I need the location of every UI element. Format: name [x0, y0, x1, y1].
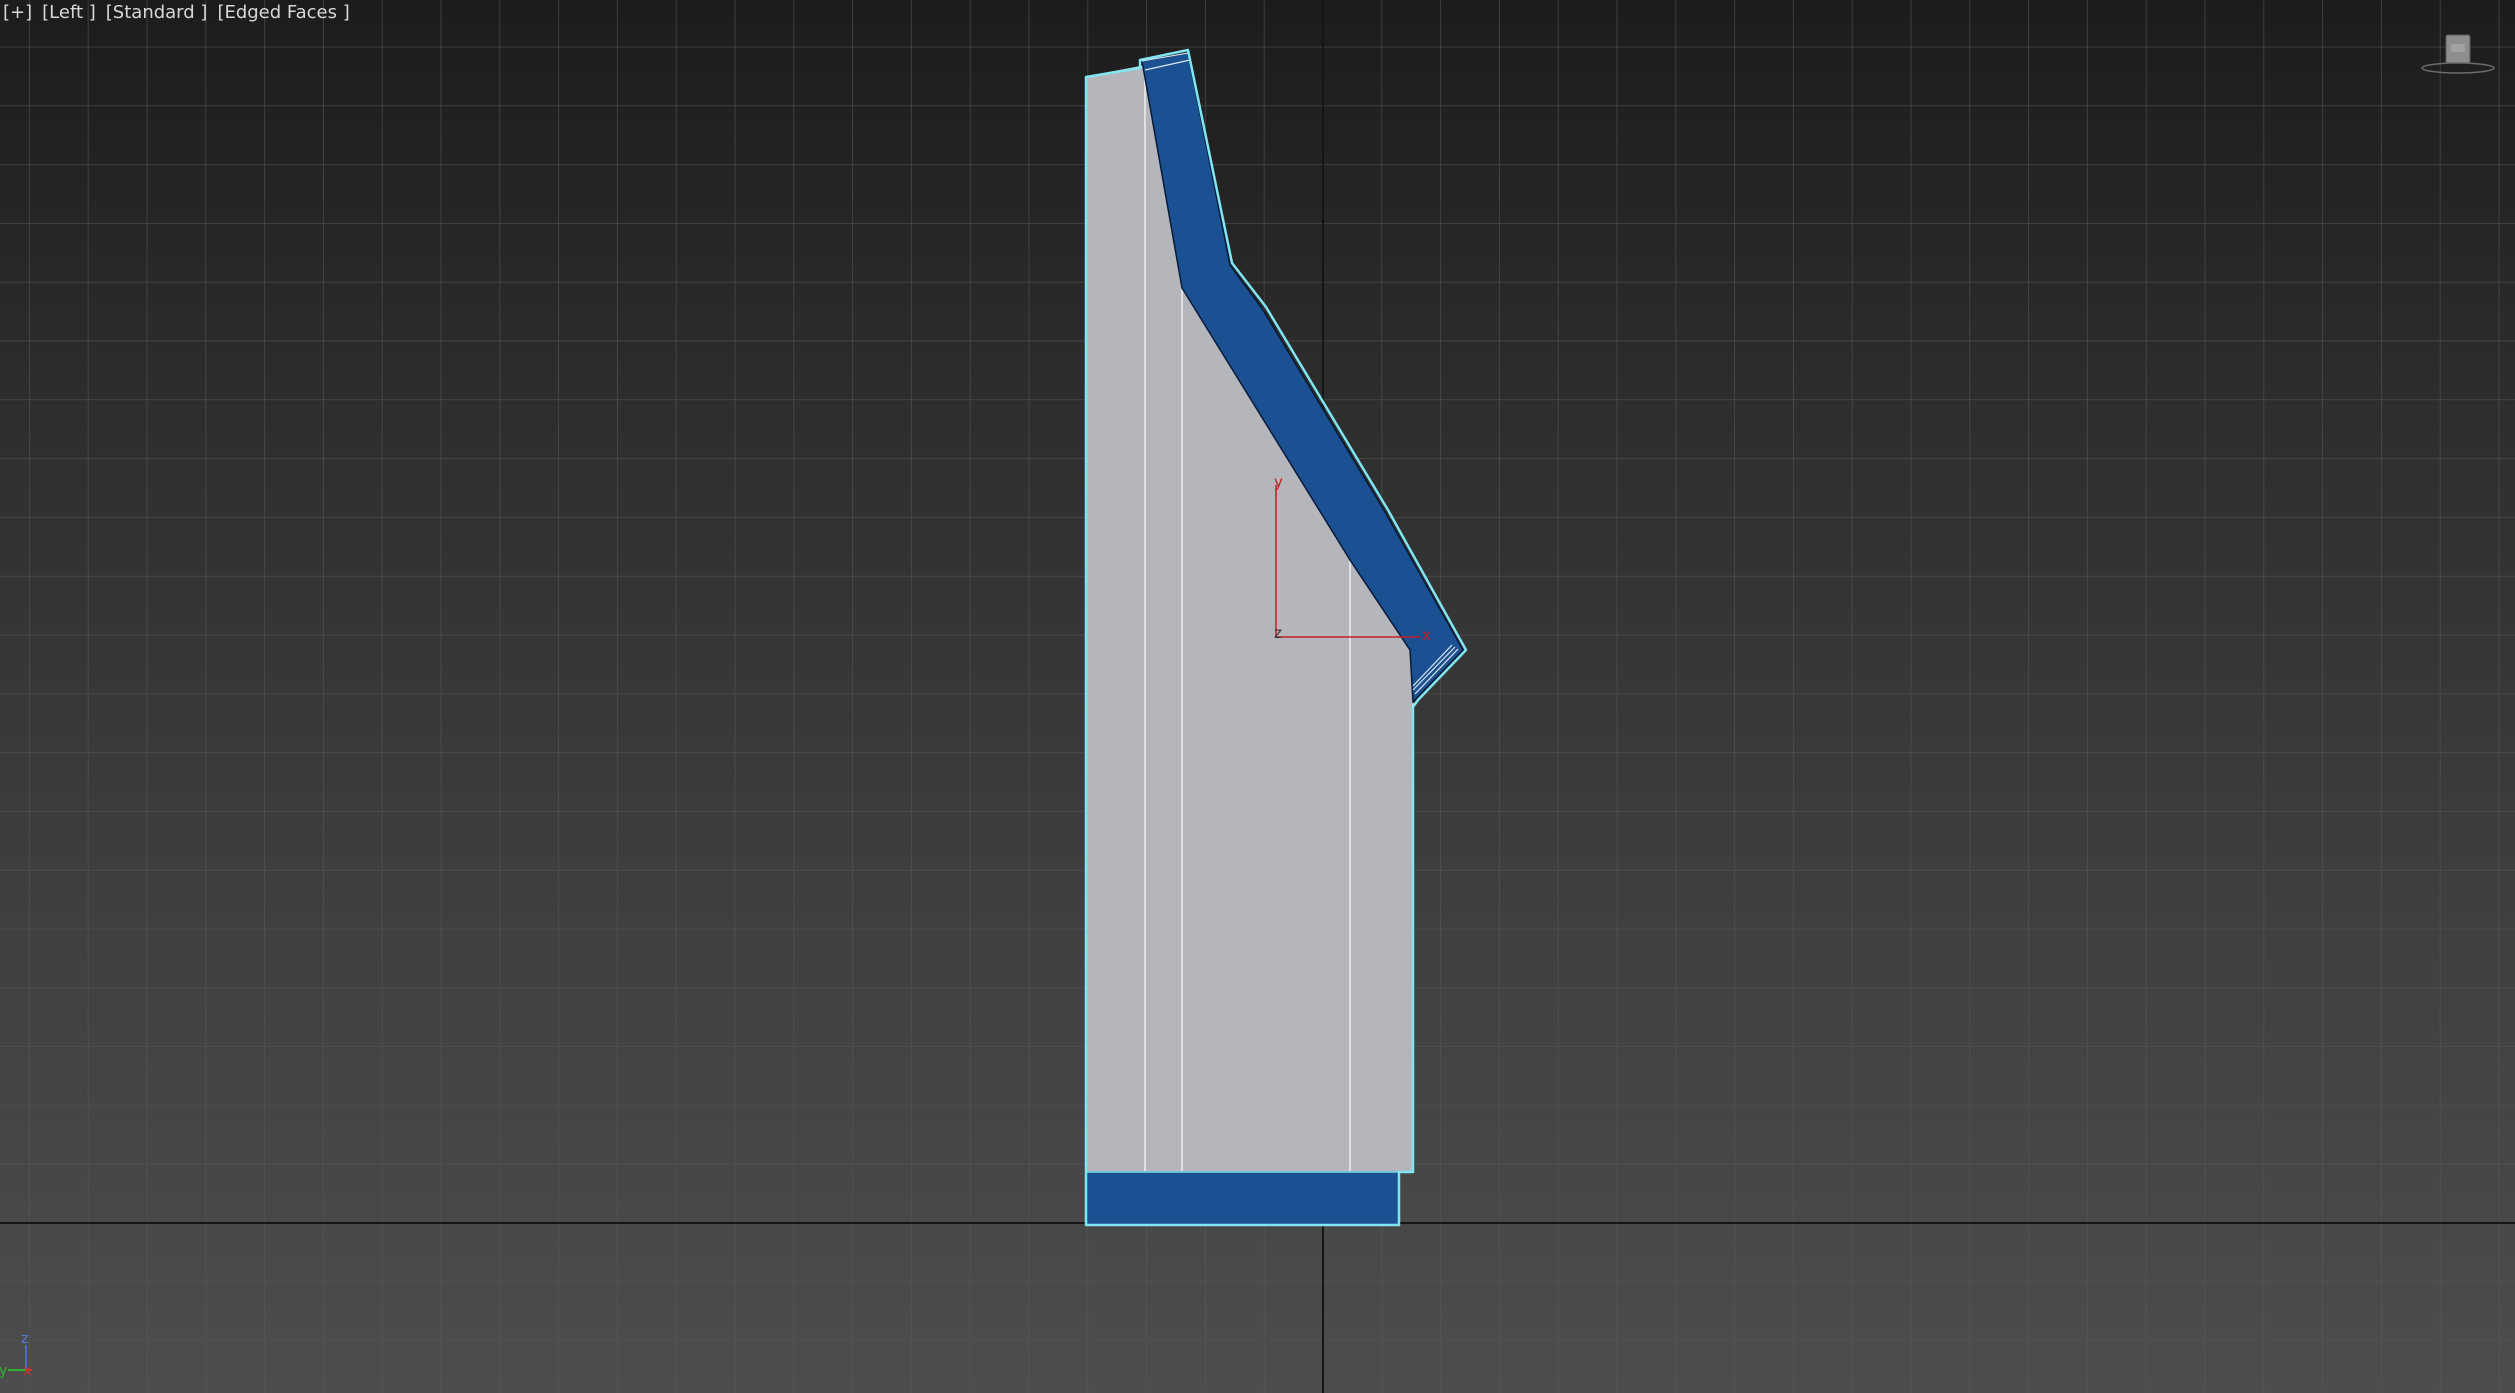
world-axis-x-label: x [23, 1363, 31, 1379]
scene-layer: y z x [0, 0, 2515, 1393]
viewcube-icon[interactable] [2420, 30, 2496, 76]
kiosk-object[interactable]: y z x [1084, 48, 1468, 1227]
viewport-left[interactable]: y z x [+] [Left ] [Standard ] [Edged Fac… [0, 0, 2515, 1393]
world-axis-tripod: z y x [0, 1331, 32, 1379]
kiosk-base[interactable] [1085, 1171, 1400, 1226]
kiosk-body-panel[interactable] [1085, 65, 1414, 1173]
viewport-menu-button[interactable]: [+] [3, 2, 32, 24]
viewport-style-label[interactable]: [Standard ] [106, 2, 208, 24]
world-axis-y-label: y [0, 1363, 7, 1379]
viewport-label: [+] [Left ] [Standard ] [Edged Faces ] [3, 2, 350, 24]
gizmo-z-label: z [1274, 624, 1282, 642]
viewport-view-label[interactable]: [Left ] [42, 2, 96, 24]
gizmo-x-label: x [1422, 626, 1431, 644]
world-axis-z-label: z [21, 1331, 28, 1347]
gizmo-y-label: y [1274, 473, 1283, 491]
viewport-shading-label[interactable]: [Edged Faces ] [217, 2, 349, 24]
